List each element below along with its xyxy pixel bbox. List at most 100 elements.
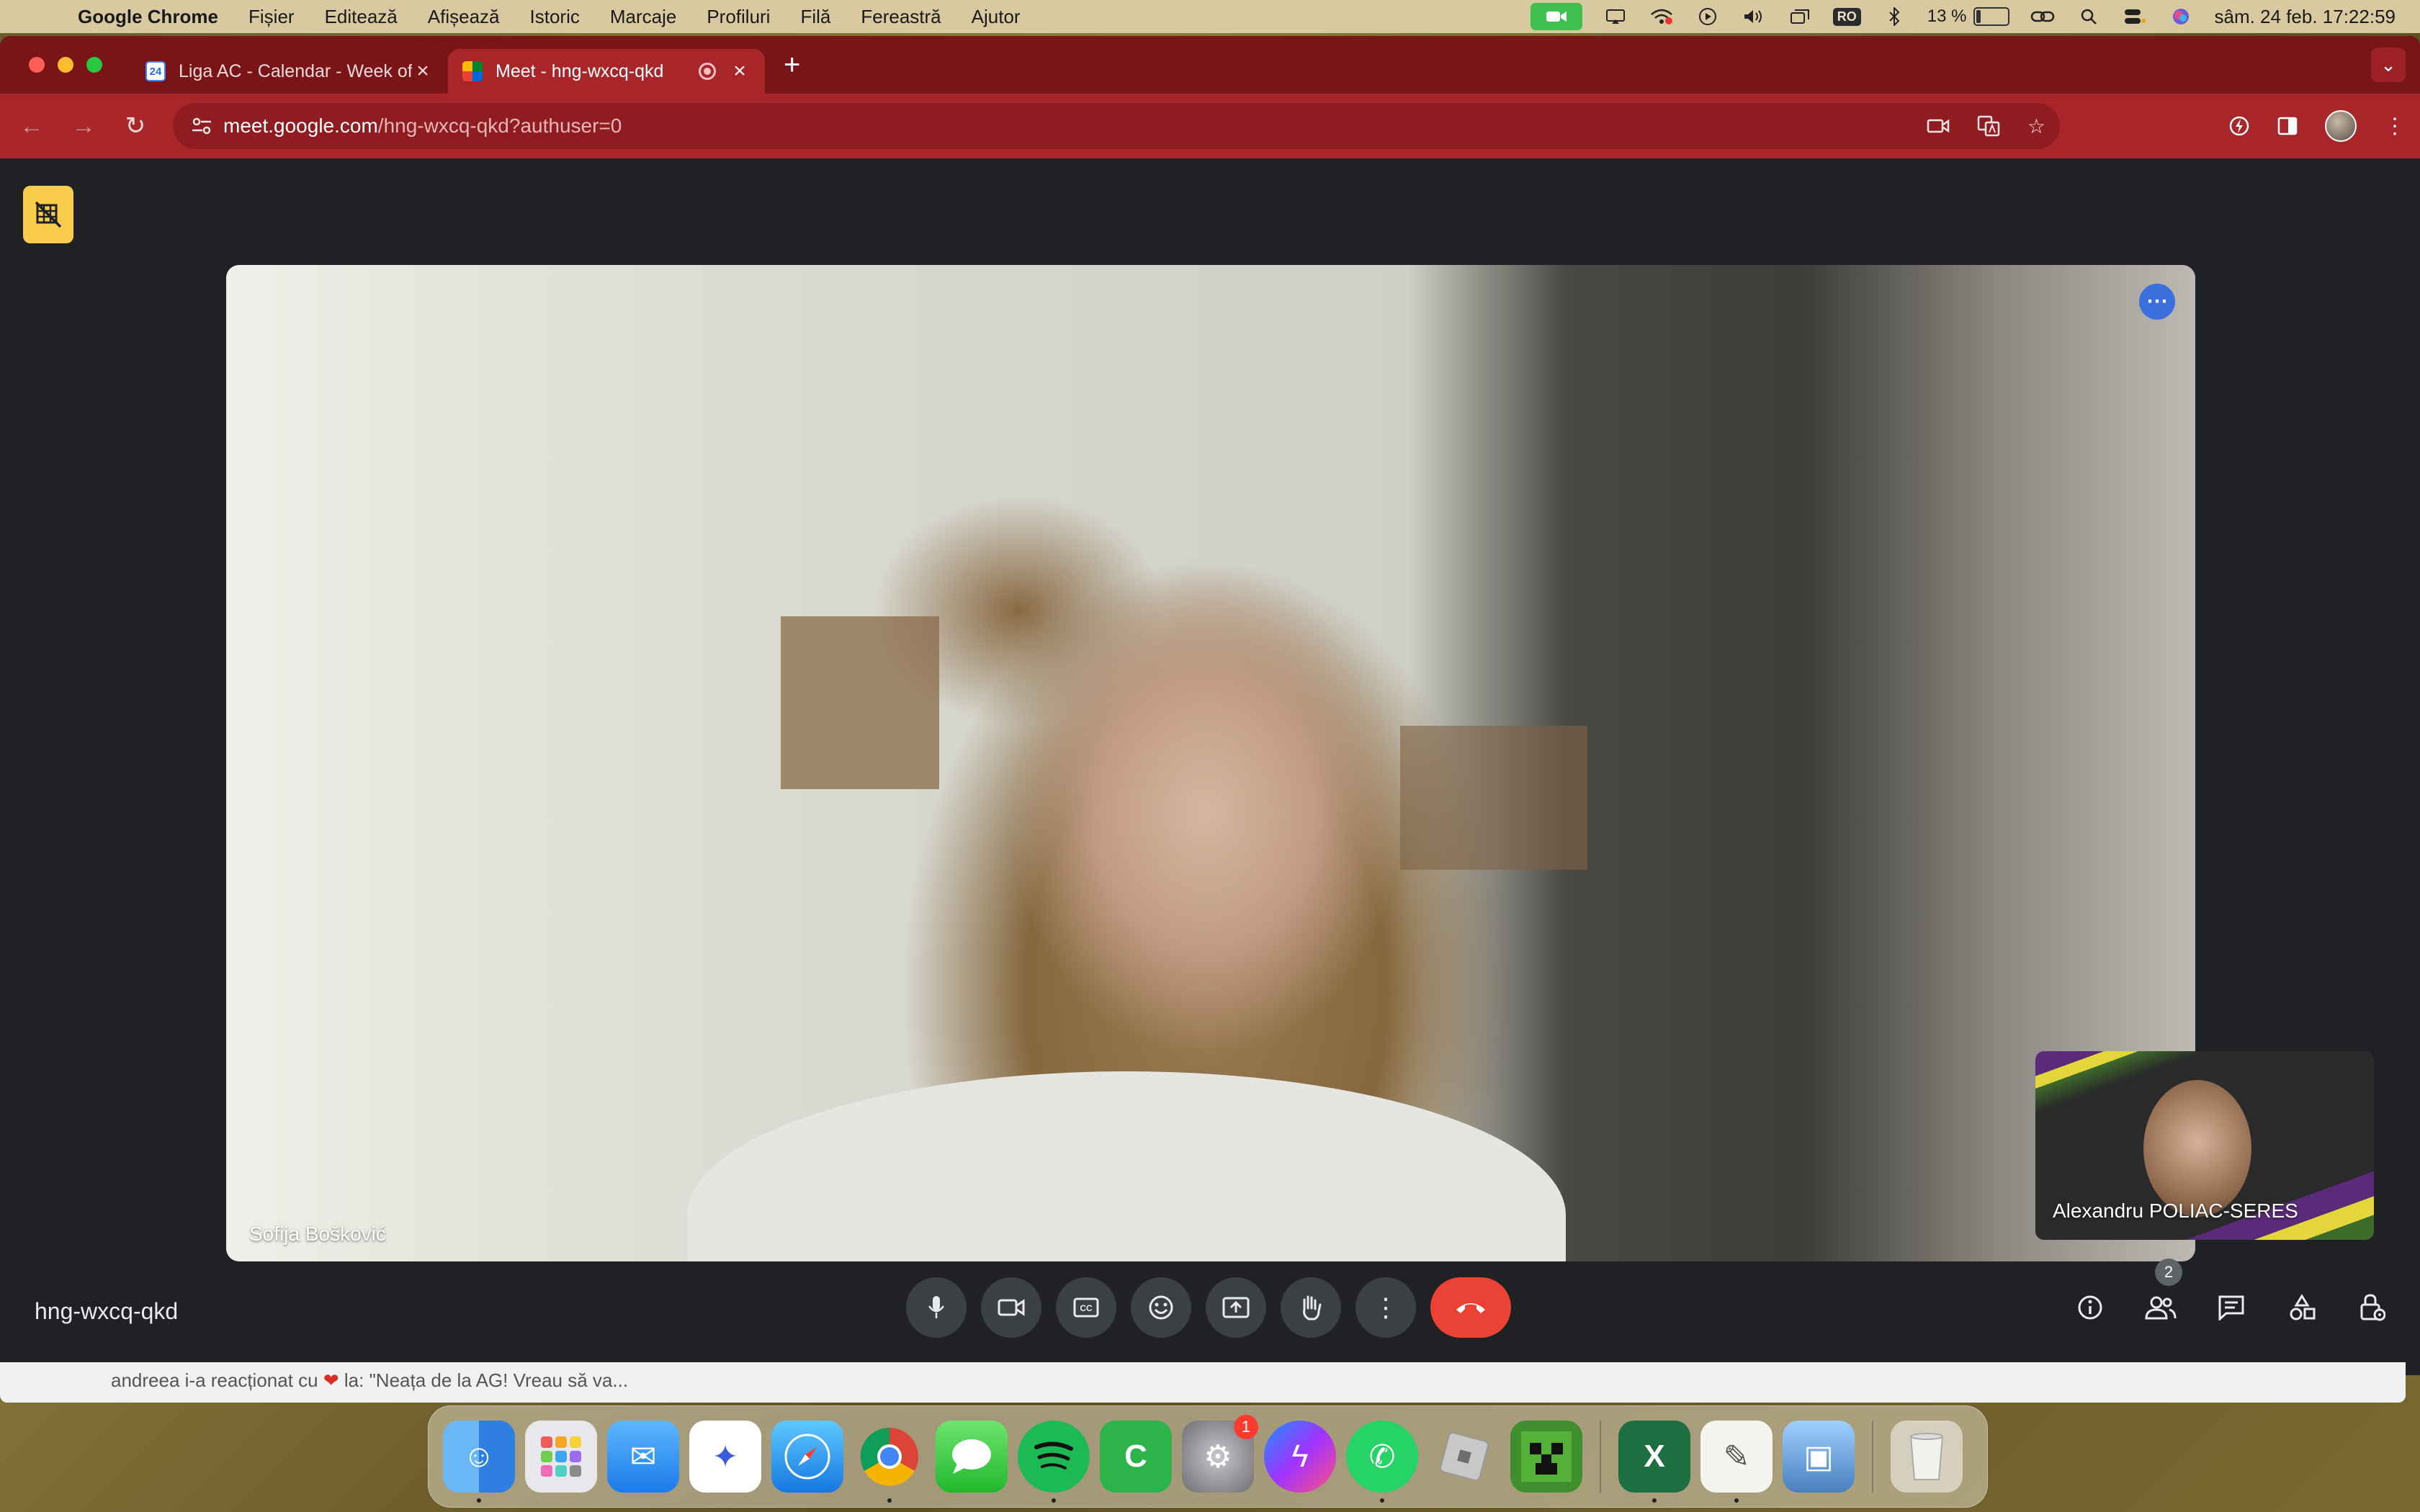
bookmark-star-icon[interactable]: ☆ [2027, 114, 2045, 138]
launchpad-icon[interactable] [525, 1421, 597, 1493]
trash-icon[interactable] [1891, 1421, 1963, 1493]
menu-help[interactable]: Ajutor [972, 6, 1021, 28]
volume-icon[interactable] [1741, 6, 1767, 27]
chrome-icon[interactable] [853, 1421, 926, 1503]
menubar-clock[interactable]: sâm. 24 feb. 17:22:59 [2214, 6, 2396, 28]
tab-meet[interactable]: Meet - hng-wxcq-qkd × [448, 49, 765, 94]
codeblocks-icon[interactable]: C [1100, 1421, 1172, 1493]
window-switcher-icon[interactable] [1787, 6, 1813, 27]
battery-status[interactable]: 13 % [1927, 6, 2010, 27]
mail-icon[interactable]: ✉ [607, 1421, 679, 1493]
now-playing-icon[interactable] [1695, 6, 1721, 27]
tile-more-options-button[interactable]: ⋯ [2139, 284, 2175, 320]
textedit-icon[interactable]: ✎ [1700, 1421, 1773, 1503]
more-options-button[interactable]: ⋮ [1355, 1277, 1416, 1338]
menu-edit[interactable]: Editează [325, 6, 398, 28]
menu-bookmarks[interactable]: Marcaje [610, 6, 676, 28]
link-icon[interactable] [2030, 6, 2056, 27]
minimize-window-button[interactable] [58, 57, 73, 73]
menu-profiles[interactable]: Profiluri [707, 6, 770, 28]
menu-view[interactable]: Afișează [428, 6, 500, 28]
screen-mirroring-icon[interactable] [1603, 6, 1628, 27]
zoom-window-button[interactable] [86, 57, 102, 73]
messages-icon[interactable] [936, 1421, 1008, 1493]
spotify-icon[interactable] [1018, 1421, 1090, 1503]
chat-button[interactable] [2201, 1277, 2262, 1338]
meet-call-view: Sofija Bošković ⋯ Alexandru POLIAC-SERES… [0, 158, 2420, 1375]
messenger-icon[interactable]: ϟ [1264, 1421, 1336, 1493]
notification-prefix: andreea i-a reacționat cu [111, 1369, 318, 1391]
site-info-icon[interactable] [180, 117, 223, 135]
tab-strip: 24 Liga AC - Calendar - Week of × Meet -… [0, 36, 2420, 94]
battery-percent: 13 % [1927, 6, 1967, 26]
safari-icon[interactable] [771, 1421, 843, 1493]
menu-app-name[interactable]: Google Chrome [78, 6, 218, 28]
chrome-menu-icon[interactable]: ⋮ [2384, 114, 2406, 139]
main-participant-tile[interactable]: Sofija Bošković ⋯ [226, 265, 2195, 1261]
meeting-details-button[interactable] [2060, 1277, 2120, 1338]
roblox-icon[interactable] [1428, 1421, 1500, 1493]
address-bar[interactable]: meet.google.com/hng-wxcq-qkd?authuser=0 … [173, 103, 2060, 149]
emoji-reaction-button[interactable] [1131, 1277, 1191, 1338]
battery-level-fill [1976, 10, 1981, 23]
layout-toggle-icon[interactable] [23, 186, 73, 243]
affinity-icon[interactable]: ✦ [689, 1421, 761, 1493]
finder-icon[interactable]: ☺ [443, 1421, 515, 1503]
system-settings-icon[interactable]: ⚙ 1 [1182, 1415, 1258, 1493]
menu-window[interactable]: Fereastră [861, 6, 941, 28]
new-tab-button[interactable]: + [784, 49, 800, 81]
siri-icon[interactable] [2168, 6, 2194, 27]
participant-video-figure [687, 1071, 1566, 1261]
profile-avatar[interactable] [2325, 110, 2357, 142]
tab-calendar[interactable]: 24 Liga AC - Calendar - Week of × [131, 49, 448, 94]
tab-title: Liga AC - Calendar - Week of [179, 60, 412, 81]
preview-icon[interactable]: ▣ [1783, 1421, 1855, 1493]
people-button[interactable]: 2 [2130, 1259, 2191, 1338]
people-count-badge: 2 [2155, 1259, 2182, 1286]
present-screen-button[interactable] [1206, 1277, 1266, 1338]
meet-side-controls: 2 [2060, 1259, 2403, 1338]
close-tab-icon[interactable]: × [729, 59, 750, 84]
meeting-code: hng-wxcq-qkd [35, 1298, 179, 1324]
dock-separator [1600, 1421, 1601, 1493]
minecraft-icon[interactable] [1510, 1421, 1582, 1493]
video-background-shelf [781, 616, 939, 789]
camera-in-use-icon[interactable] [1530, 3, 1582, 30]
translate-icon[interactable] [1977, 115, 2000, 137]
back-button[interactable]: ← [6, 112, 58, 140]
reload-button[interactable]: ↻ [109, 112, 161, 140]
close-tab-icon[interactable]: × [412, 59, 434, 84]
menu-file[interactable]: Fișier [248, 6, 295, 28]
macos-dock: ☺ ✉ ✦ C ⚙ 1 ϟ ✆ X ✎ ▣ [428, 1405, 1988, 1508]
background-notification[interactable]: andreea i-a reacționat cu ❤ la: "Neața d… [0, 1362, 2406, 1403]
menu-history[interactable]: Istoric [530, 6, 580, 28]
camera-button[interactable] [981, 1277, 1041, 1338]
forward-button[interactable]: → [58, 112, 109, 140]
close-window-button[interactable] [29, 57, 45, 73]
raise-hand-button[interactable] [1281, 1277, 1341, 1338]
spotlight-search-icon[interactable] [2076, 6, 2102, 27]
end-call-button[interactable] [1430, 1277, 1511, 1338]
microphone-button[interactable] [906, 1277, 967, 1338]
activities-button[interactable] [2272, 1277, 2332, 1338]
host-controls-button[interactable] [2342, 1277, 2403, 1338]
excel-icon[interactable]: X [1618, 1421, 1690, 1503]
side-panel-icon[interactable] [2277, 117, 2298, 135]
camera-permission-icon[interactable] [1927, 118, 1950, 134]
performance-icon[interactable] [2228, 115, 2250, 137]
browser-toolbar: ← → ↻ meet.google.com/hng-wxcq-qkd?authu… [0, 94, 2420, 158]
self-video-figure [2143, 1080, 2251, 1217]
notification-text: andreea i-a reacționat cu ❤ la: "Neața d… [111, 1369, 628, 1392]
menu-tab[interactable]: Filă [800, 6, 830, 28]
tab-search-button[interactable]: ⌄ [2371, 48, 2406, 82]
battery-icon [1973, 7, 2010, 26]
whatsapp-icon[interactable]: ✆ [1346, 1421, 1418, 1503]
input-source-badge[interactable]: RO [1832, 7, 1861, 26]
settings-badge: 1 [1234, 1415, 1258, 1439]
self-view-tile[interactable]: Alexandru POLIAC-SERES [2035, 1051, 2374, 1240]
control-center-icon[interactable] [2122, 6, 2148, 27]
tab-title: Meet - hng-wxcq-qkd [496, 60, 664, 81]
bluetooth-icon[interactable] [1881, 6, 1907, 27]
wifi-status-icon[interactable] [1649, 6, 1675, 27]
captions-button[interactable]: CC [1056, 1277, 1116, 1338]
